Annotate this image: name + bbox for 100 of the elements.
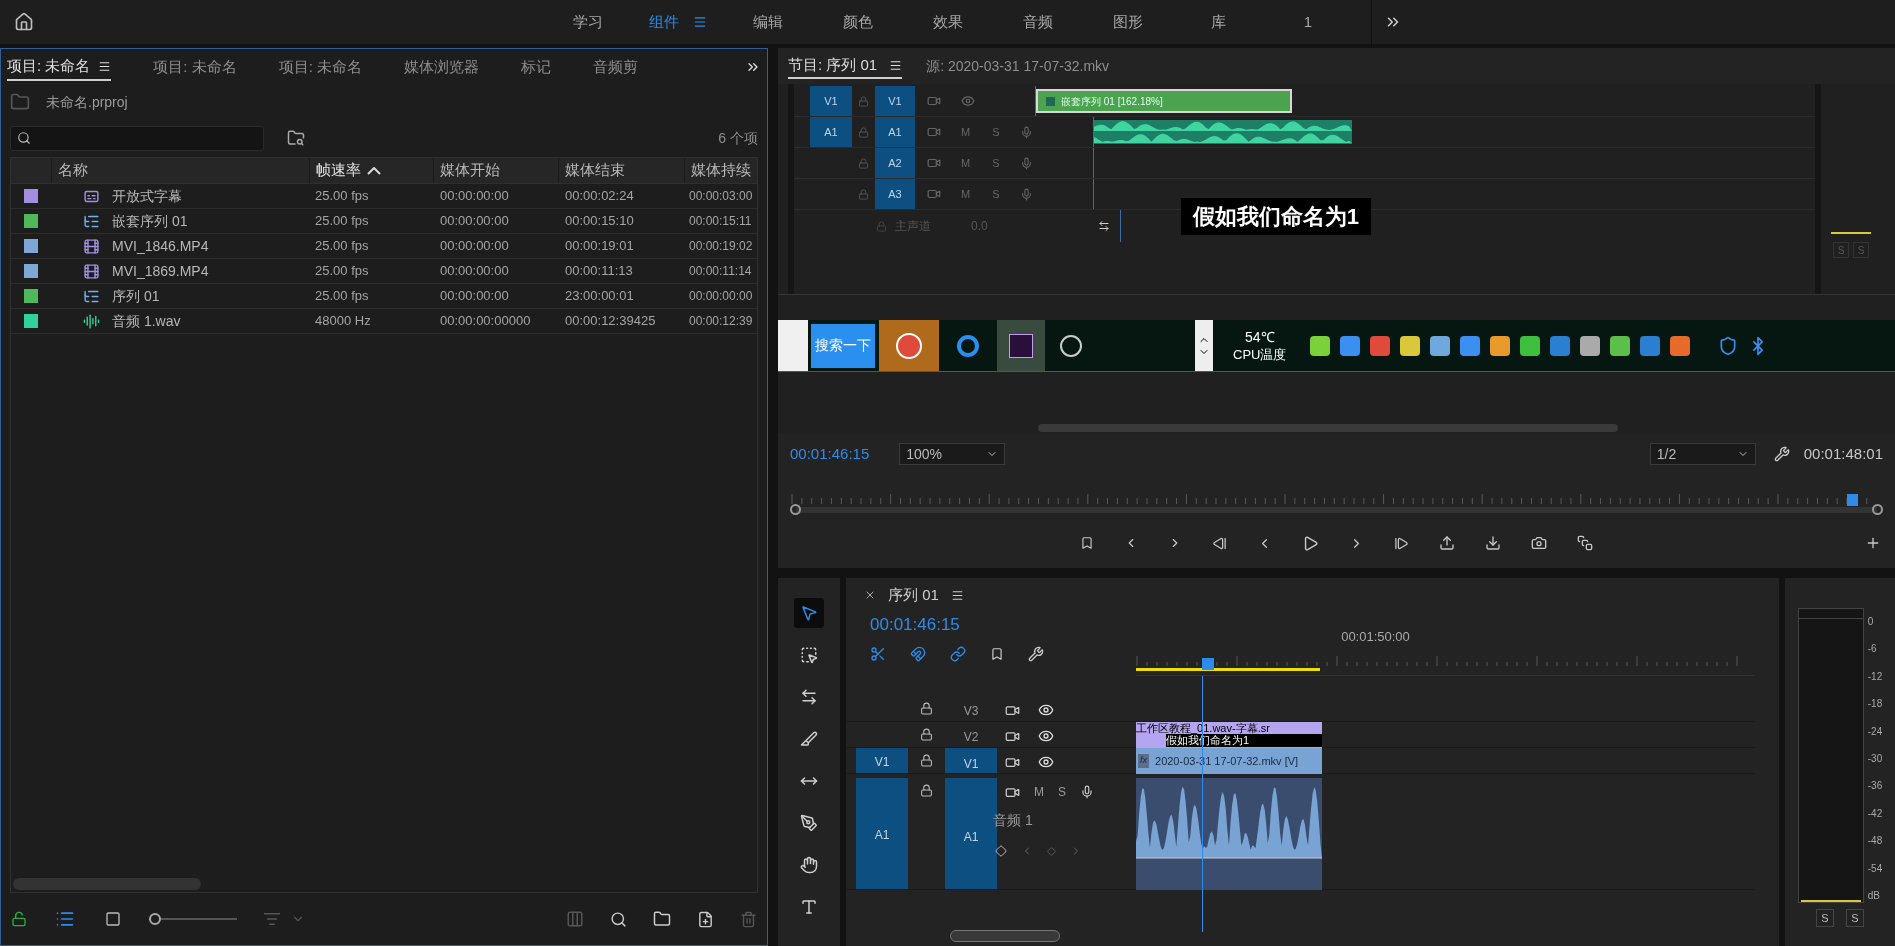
tray-icon[interactable] xyxy=(1550,335,1571,356)
solo-toggle[interactable]: S xyxy=(1058,783,1066,801)
extract-icon[interactable] xyxy=(1485,535,1501,551)
menu-icon[interactable] xyxy=(98,59,112,73)
workspace-tab[interactable]: 音频 xyxy=(993,0,1083,44)
lock-icon[interactable] xyxy=(920,754,933,767)
track-target[interactable]: A2 xyxy=(875,148,915,178)
eye-icon[interactable] xyxy=(1038,754,1054,770)
menu-icon[interactable] xyxy=(889,58,903,72)
scrollbar-thumb[interactable] xyxy=(950,930,1060,942)
panel-tab[interactable]: 媒体浏览器 xyxy=(404,53,480,81)
playhead[interactable] xyxy=(1847,494,1859,506)
settings-icon[interactable] xyxy=(1773,446,1790,462)
tray-icon[interactable] xyxy=(1310,335,1331,356)
column-header[interactable]: 名称 xyxy=(50,158,309,183)
track-target[interactable]: A3 xyxy=(875,179,915,209)
scrollbar-thumb[interactable] xyxy=(1038,424,1618,432)
new-bin-icon[interactable] xyxy=(653,910,671,928)
marker-icon[interactable] xyxy=(1080,536,1094,550)
panel-tab[interactable]: 项目: 未命名 xyxy=(153,53,237,81)
tray-icon[interactable] xyxy=(1430,335,1451,356)
lift-icon[interactable] xyxy=(1439,535,1455,551)
tray-icon[interactable] xyxy=(1400,335,1421,356)
new-item-icon[interactable] xyxy=(697,910,714,928)
fit-icon[interactable] xyxy=(1097,220,1110,232)
tray-icon[interactable] xyxy=(1460,335,1481,356)
work-area-bar[interactable] xyxy=(1136,668,1320,671)
marker-icon[interactable] xyxy=(990,646,1004,661)
resolution-dropdown[interactable]: 1/2 xyxy=(1649,443,1756,465)
lock-icon[interactable] xyxy=(920,784,933,797)
settings-icon[interactable] xyxy=(1028,645,1044,662)
track-target[interactable]: A1 xyxy=(875,117,915,147)
workspace-tab[interactable]: 学习 xyxy=(543,0,633,44)
search-icon[interactable] xyxy=(610,910,627,928)
close-icon[interactable] xyxy=(864,589,876,601)
track-target[interactable]: V3 xyxy=(945,696,997,721)
tray-icon[interactable] xyxy=(1520,335,1541,356)
go-to-out-icon[interactable] xyxy=(1394,535,1409,551)
workspace-tab[interactable]: 编辑 xyxy=(723,0,813,44)
mute-toggle[interactable]: M xyxy=(1034,783,1044,801)
add-icon[interactable] xyxy=(1865,535,1881,551)
column-header[interactable]: 帧速率 xyxy=(308,158,434,183)
tray-icon[interactable] xyxy=(1610,335,1631,356)
panel-tab[interactable]: 标记 xyxy=(521,53,552,81)
eye-icon[interactable] xyxy=(1038,728,1054,744)
tray-scroll-arrows[interactable] xyxy=(1195,320,1213,371)
search-button[interactable]: 搜索一下 xyxy=(811,323,875,368)
search-field[interactable] xyxy=(10,125,264,151)
workspace-tab[interactable]: 效果 xyxy=(903,0,993,44)
zoom-slider[interactable] xyxy=(149,912,237,926)
tray-icon[interactable] xyxy=(1580,335,1601,356)
panel-tab[interactable]: 节目: 序列 01 xyxy=(788,53,903,79)
bin-search-icon[interactable] xyxy=(287,129,305,147)
track-target[interactable]: V2 xyxy=(945,722,997,747)
source-patch[interactable]: V1 xyxy=(810,86,852,116)
app-icon[interactable] xyxy=(997,320,1045,371)
compare-icon[interactable] xyxy=(1577,535,1593,551)
source-patch[interactable]: A1 xyxy=(856,778,908,889)
lock-icon[interactable] xyxy=(11,911,27,927)
linked-selection-icon[interactable] xyxy=(950,645,966,662)
tray-icon[interactable] xyxy=(1640,335,1661,356)
workspace-tab[interactable]: 1 xyxy=(1263,0,1353,44)
eye-icon[interactable] xyxy=(1038,702,1054,718)
solo-button[interactable]: S xyxy=(1816,909,1834,927)
panel-tab[interactable]: 源: 2020-03-31 17-07-32.mkv xyxy=(926,53,1110,79)
track-target[interactable]: V1 xyxy=(945,748,997,773)
tray-icon[interactable] xyxy=(1490,335,1511,356)
panel-tab[interactable]: 项目: 未命名 xyxy=(7,53,112,81)
panel-tab[interactable]: 项目: 未命名 xyxy=(278,53,363,81)
play-icon[interactable] xyxy=(1302,534,1319,552)
workspace-tab[interactable]: 组件 xyxy=(633,0,723,44)
column-header[interactable]: 媒体开始 xyxy=(433,158,559,183)
tray-icon[interactable] xyxy=(1370,335,1391,356)
go-to-in-icon[interactable] xyxy=(1212,535,1227,551)
source-patch[interactable]: V1 xyxy=(856,748,908,773)
menu-icon[interactable] xyxy=(950,588,964,602)
selection-tool-button[interactable] xyxy=(794,598,824,628)
lock-icon[interactable] xyxy=(920,728,933,741)
home-icon[interactable] xyxy=(14,12,34,32)
solo-button[interactable]: S xyxy=(1846,909,1864,927)
workspace-tab[interactable]: 颜色 xyxy=(813,0,903,44)
shield-icon[interactable] xyxy=(1718,335,1739,356)
workspace-tab[interactable]: 图形 xyxy=(1083,0,1173,44)
track-target[interactable]: V1 xyxy=(875,86,915,116)
snap-icon[interactable] xyxy=(910,645,926,662)
column-header[interactable]: 媒体持续 xyxy=(684,158,757,183)
tray-icon[interactable] xyxy=(1670,335,1691,356)
panel-tab[interactable]: 音频剪 xyxy=(593,53,639,81)
column-header[interactable]: 媒体结束 xyxy=(558,158,684,183)
lock-icon[interactable] xyxy=(920,702,933,715)
keyframe-icon[interactable] xyxy=(995,845,1007,857)
nest-icon[interactable] xyxy=(870,645,886,662)
source-patch[interactable]: A1 xyxy=(810,117,852,147)
mic-icon[interactable] xyxy=(1080,785,1094,799)
zoom-dropdown[interactable]: 100% xyxy=(899,443,1006,465)
camera-icon[interactable] xyxy=(1531,535,1547,551)
slider-thumb[interactable] xyxy=(149,913,161,925)
icon-view-button[interactable] xyxy=(103,909,123,929)
tray-icon[interactable] xyxy=(1340,335,1361,356)
workspace-tab[interactable]: 库 xyxy=(1173,0,1263,44)
